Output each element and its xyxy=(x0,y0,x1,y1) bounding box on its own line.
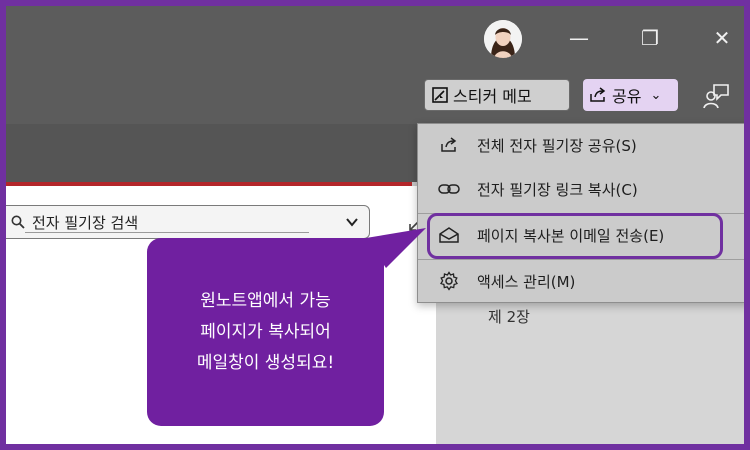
menu-item-label: 액세스 관리(M) xyxy=(477,272,576,291)
user-avatar[interactable] xyxy=(484,20,522,58)
share-icon xyxy=(441,137,457,152)
feedback-button[interactable] xyxy=(702,82,730,110)
menu-item-copy-link[interactable]: 전자 필기장 링크 복사(C) xyxy=(418,169,744,209)
highlight-outline xyxy=(427,213,723,259)
restore-icon: ❐ xyxy=(641,26,659,50)
feedback-person-icon xyxy=(703,84,729,109)
close-icon: ✕ xyxy=(713,26,731,50)
search-value: 전자 필기장 검색 xyxy=(32,213,139,232)
page-navigation-pane xyxy=(436,286,744,444)
share-dropdown-icon: ⌄ xyxy=(650,87,662,103)
close-button[interactable]: ✕ xyxy=(704,24,740,52)
share-label: 공유 xyxy=(612,87,642,106)
menu-item-label: 전자 필기장 링크 복사(C) xyxy=(477,180,638,199)
link-icon xyxy=(438,184,460,194)
share-button[interactable]: 공유 ⌄ xyxy=(583,79,678,111)
search-underline xyxy=(25,232,309,233)
sticky-notes-label: 스티커 메모 xyxy=(453,87,532,106)
notebook-search-input[interactable]: 전자 필기장 검색 xyxy=(6,205,370,239)
restore-button[interactable]: ❐ xyxy=(632,24,668,52)
sticky-note-icon xyxy=(432,87,448,103)
callout-text: 원노트앱에서 가능 페이지가 복사되어 메일창이 생성되요! xyxy=(196,290,335,373)
avatar-image xyxy=(484,20,522,58)
menu-item-manage-access[interactable]: 액세스 관리(M) xyxy=(418,261,744,301)
minimize-icon: — xyxy=(569,26,589,50)
share-icon xyxy=(590,87,606,102)
menu-divider xyxy=(418,259,744,260)
sticky-notes-button[interactable]: 스티커 메모 xyxy=(424,79,570,111)
gear-icon xyxy=(440,271,458,291)
menu-item-share-notebook[interactable]: 전체 전자 필기장 공유(S) xyxy=(418,125,744,165)
search-icon xyxy=(11,215,25,229)
annotation-callout: 원노트앱에서 가능 페이지가 복사되어 메일창이 생성되요! xyxy=(147,238,384,426)
chevron-down-icon[interactable] xyxy=(345,215,359,229)
menu-item-label: 전체 전자 필기장 공유(S) xyxy=(477,136,637,155)
minimize-button[interactable]: — xyxy=(561,24,597,52)
page-item[interactable]: 제 2장 xyxy=(488,306,530,327)
app-window: — ❐ ✕ 스티커 메모 공유 ⌄ 제 2장 전자 필기장 검색 전체 전자 필… xyxy=(0,0,750,450)
